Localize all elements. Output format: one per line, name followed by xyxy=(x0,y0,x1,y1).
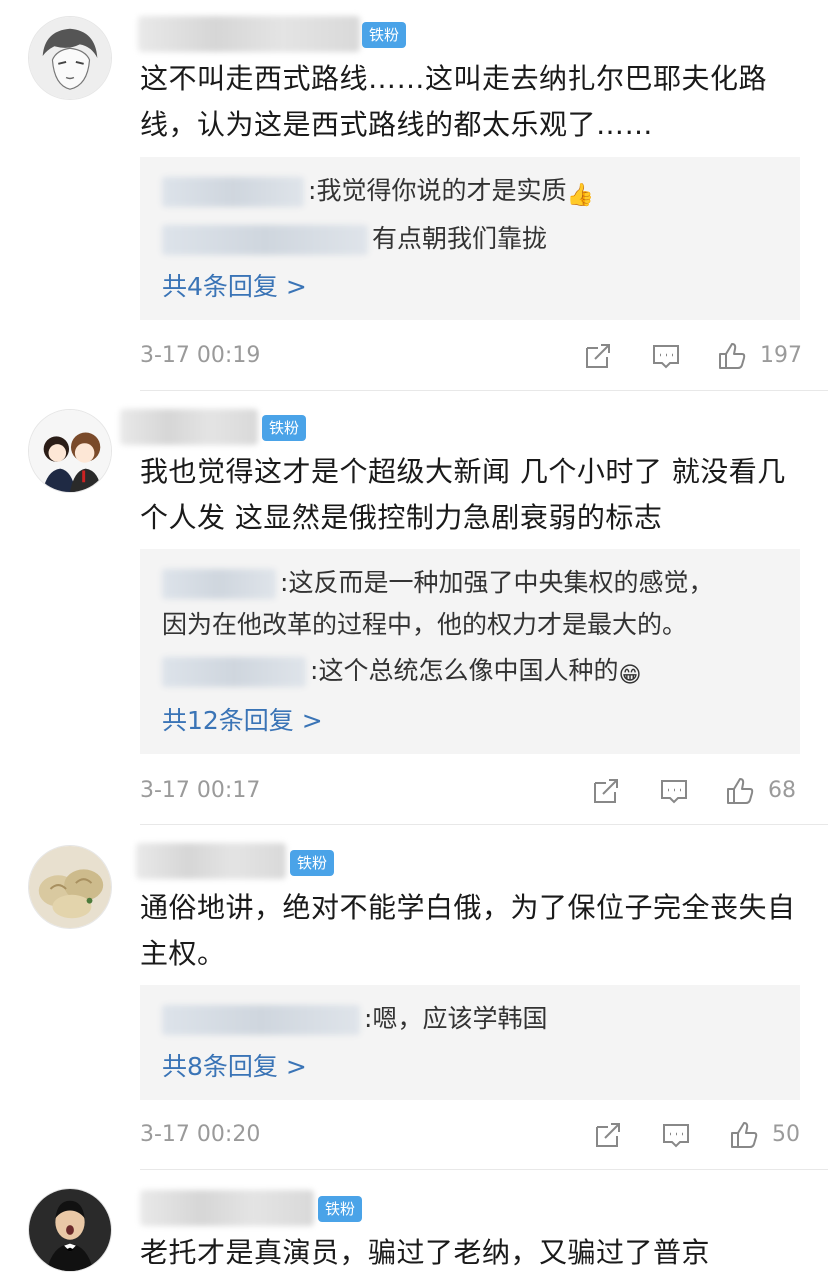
comment-text: 这不叫走西式路线……这叫走去纳扎尔巴耶夫化路线，认为这是西式路线的都太乐观了…… xyxy=(140,62,768,141)
fan-badge: 铁粉 xyxy=(362,22,407,48)
like-count: 50 xyxy=(772,1122,800,1147)
like-count: 197 xyxy=(760,343,802,368)
fan-badge: 铁粉 xyxy=(318,1196,363,1222)
timestamp: 3-17 00:19 xyxy=(140,343,261,368)
avatar[interactable] xyxy=(28,16,112,100)
grin-emoji-icon: 😁 xyxy=(618,663,642,688)
comment-text: 我也觉得这才是个超级大新闻 几个小时了 就没看几个人发 这显然是俄控制力急剧衰弱… xyxy=(140,455,786,534)
thumbs-up-icon[interactable] xyxy=(728,1119,760,1151)
reply-box: :我觉得你说的才是实质👍 有点朝我们靠拢 共4条回复 > xyxy=(140,157,800,320)
reply-text: 我觉得你说的才是实质 xyxy=(316,176,567,205)
share-icon[interactable] xyxy=(590,775,622,807)
reply-box: :嗯，应该学韩国 共8条回复 > xyxy=(140,985,800,1100)
share-icon[interactable] xyxy=(582,340,614,372)
avatar[interactable] xyxy=(28,845,112,929)
comment-meta: 3-17 00:19 197 xyxy=(140,336,802,376)
comment-item: 铁粉 这不叫走西式路线……这叫走去纳扎尔巴耶夫化路线，认为这是西式路线的都太乐观… xyxy=(0,0,828,390)
timestamp: 3-17 00:20 xyxy=(140,1122,261,1147)
thumbs-up-emoji-icon: 👍 xyxy=(566,183,594,208)
comment-item: 铁粉 老托才是真演员，骗过了老纳，又骗过了普京 xyxy=(0,1170,828,1288)
reply-text: 这反而是一种加强了中央集权的感觉， xyxy=(288,568,714,597)
reply-text-continued: 因为在他改革的过程中，他的权力才是最大的。 xyxy=(162,610,688,639)
avatar[interactable] xyxy=(28,1188,112,1272)
reply-text: 这个总统怎么像中国人种的 xyxy=(318,656,619,685)
comment-icon[interactable] xyxy=(660,1119,692,1151)
reply-username-blurred[interactable] xyxy=(162,569,276,599)
username-blurred[interactable] xyxy=(136,843,286,879)
thumbs-up-icon[interactable] xyxy=(724,775,756,807)
reply-box: :这反而是一种加强了中央集权的感觉， 因为在他改革的过程中，他的权力才是最大的。… xyxy=(140,549,800,754)
like-count: 68 xyxy=(768,778,796,803)
fan-badge: 铁粉 xyxy=(262,415,307,441)
timestamp: 3-17 00:17 xyxy=(140,778,261,803)
reply-username-blurred[interactable] xyxy=(162,225,368,255)
share-icon[interactable] xyxy=(592,1119,624,1151)
comment-icon[interactable] xyxy=(650,340,682,372)
reply-line[interactable]: 有点朝我们靠拢 xyxy=(162,219,547,259)
reply-username-blurred[interactable] xyxy=(162,657,306,687)
username-blurred[interactable] xyxy=(138,16,360,52)
comment-meta: 3-17 00:20 50 xyxy=(140,1115,800,1155)
comment-icon[interactable] xyxy=(658,775,690,807)
comment-item: 铁粉 我也觉得这才是个超级大新闻 几个小时了 就没看几个人发 这显然是俄控制力急… xyxy=(0,391,828,824)
comment-text: 通俗地讲，绝对不能学白俄，为了保位子完全丧失自主权。 xyxy=(140,891,796,970)
reply-line[interactable]: :这反而是一种加强了中央集权的感觉， xyxy=(162,563,713,603)
reply-line[interactable]: :这个总统怎么像中国人种的😁 xyxy=(162,651,641,691)
avatar[interactable] xyxy=(28,409,112,493)
comment-text: 老托才是真演员，骗过了老纳，又骗过了普京 xyxy=(140,1236,711,1269)
username-blurred[interactable] xyxy=(120,409,258,445)
username-blurred[interactable] xyxy=(140,1190,314,1226)
reply-username-blurred[interactable] xyxy=(162,177,304,207)
reply-line[interactable]: :嗯，应该学韩国 xyxy=(162,999,547,1039)
reply-username-blurred[interactable] xyxy=(162,1005,360,1035)
reply-text: 嗯，应该学韩国 xyxy=(372,1004,548,1033)
more-replies-link[interactable]: 共12条回复 > xyxy=(162,701,323,741)
comment-meta: 3-17 00:17 68 xyxy=(140,771,800,811)
reply-text: 有点朝我们靠拢 xyxy=(372,224,548,253)
more-replies-link[interactable]: 共8条回复 > xyxy=(162,1047,307,1087)
reply-line[interactable]: :我觉得你说的才是实质👍 xyxy=(162,171,594,211)
comment-item: 铁粉 通俗地讲，绝对不能学白俄，为了保位子完全丧失自主权。 :嗯，应该学韩国 共… xyxy=(0,825,828,1169)
more-replies-link[interactable]: 共4条回复 > xyxy=(162,267,307,307)
fan-badge: 铁粉 xyxy=(290,850,335,876)
thumbs-up-icon[interactable] xyxy=(716,340,748,372)
